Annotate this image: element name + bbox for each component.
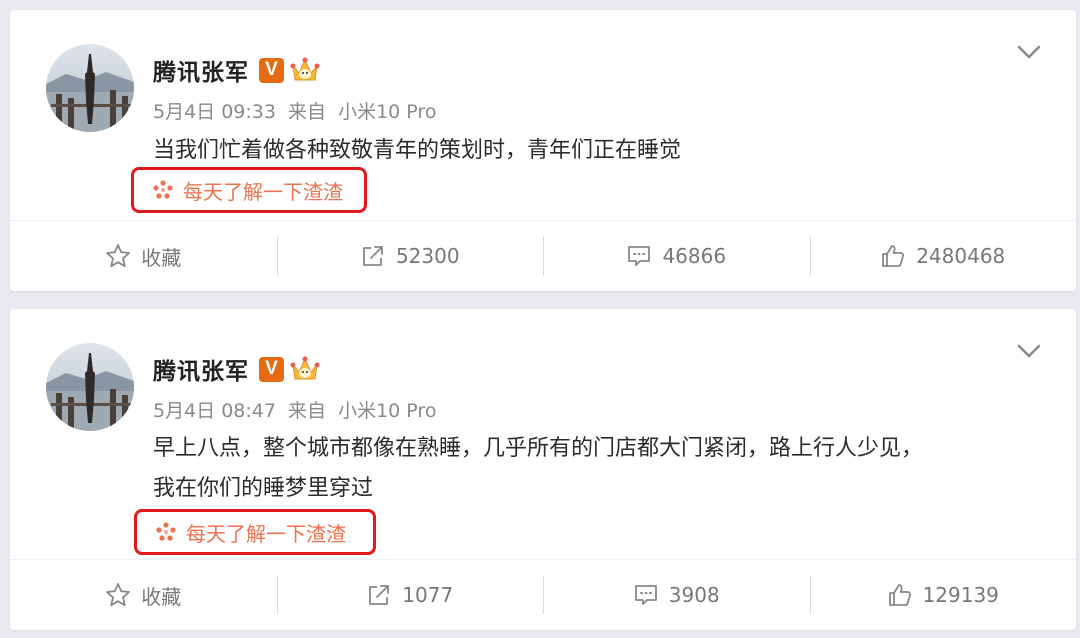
post-meta: 5月4日 08:47 来自 小米10 Pro [153,396,436,423]
post-text: 当我们忙着做各种致敬青年的策划时，青年们正在睡觉 [153,131,1033,171]
star-icon [106,244,131,268]
post-card: 腾讯张军 V 5月4日 08:47 来自 小米10 Pro 早上八点，整个城市都… [10,309,1076,630]
comment-bubble-icon [628,246,651,266]
post-text-line: 早上八点，整个城市都像在熟睡，几乎所有的门店都大门紧闭，路上行人少见， [153,436,924,461]
favorite-button[interactable]: 收藏 [10,221,277,291]
author-row: 腾讯张军 V [153,351,320,387]
post-text-line: 当我们忙着做各种致敬青年的策划时，青年们正在睡觉 [153,138,682,163]
avatar[interactable] [46,343,134,431]
post-text: 早上八点，整个城市都像在熟睡，几乎所有的门店都大门紧闭，路上行人少见， 我在你们… [153,429,1033,509]
thumbs-up-icon [888,584,911,606]
like-count: 2480468 [916,244,1006,268]
repost-count: 1077 [402,583,454,607]
favorite-label: 收藏 [141,245,182,270]
author-name[interactable]: 腾讯张军 [153,352,249,386]
verified-badge-icon: V [259,57,284,83]
chevron-down-icon[interactable] [1016,341,1042,361]
like-button[interactable]: 2480468 [809,221,1077,291]
repost-count: 52300 [395,244,460,268]
post-text-line: 我在你们的睡梦里穿过 [153,476,374,501]
comment-button[interactable]: 46866 [543,221,810,291]
avatar[interactable] [46,44,134,132]
share-arrow-icon [369,585,390,605]
comment-count: 46866 [662,244,727,268]
action-bar: 收藏 1077 3908 129139 [10,559,1076,630]
chevron-down-icon[interactable] [1016,42,1042,62]
post-time[interactable]: 5月4日 08:47 [153,400,276,422]
source-device: 小米10 Pro [338,400,437,422]
like-button[interactable]: 129139 [809,560,1077,630]
favorite-button[interactable]: 收藏 [10,560,277,630]
verified-badge-icon: V [259,356,284,382]
comment-bubble-icon [634,585,657,605]
topic-link[interactable]: 每天了解一下渣渣 [131,167,367,213]
share-arrow-icon [363,246,383,266]
action-bar: 收藏 52300 46866 2480468 [10,220,1076,291]
star-icon [106,583,131,607]
thumbs-up-icon [882,245,905,267]
author-row: 腾讯张军 V [153,52,320,88]
comment-button[interactable]: 3908 [543,560,810,630]
topic-label: 每天了解一下渣渣 [186,521,346,546]
comment-count: 3908 [668,583,720,607]
source-prefix: 来自 [288,400,327,422]
repost-button[interactable]: 1077 [276,560,544,630]
crown-member-icon [290,356,320,380]
like-count: 129139 [922,583,999,607]
topic-flower-icon [156,522,176,541]
topic-link[interactable]: 每天了解一下渣渣 [134,509,376,555]
crown-member-icon [290,57,320,81]
author-name[interactable]: 腾讯张军 [153,53,249,87]
topic-label: 每天了解一下渣渣 [183,179,343,204]
repost-button[interactable]: 52300 [276,221,544,291]
source-device: 小米10 Pro [338,101,437,123]
favorite-label: 收藏 [141,584,182,609]
topic-flower-icon [153,180,173,199]
post-meta: 5月4日 09:33 来自 小米10 Pro [153,97,436,124]
post-card: 腾讯张军 V 5月4日 09:33 来自 小米10 Pro 当我们忙着做各种致敬… [10,10,1076,291]
post-time[interactable]: 5月4日 09:33 [153,101,276,123]
source-prefix: 来自 [288,101,327,123]
weibo-feed: 腾讯张军 V 5月4日 09:33 来自 小米10 Pro 当我们忙着做各种致敬… [0,0,1080,638]
